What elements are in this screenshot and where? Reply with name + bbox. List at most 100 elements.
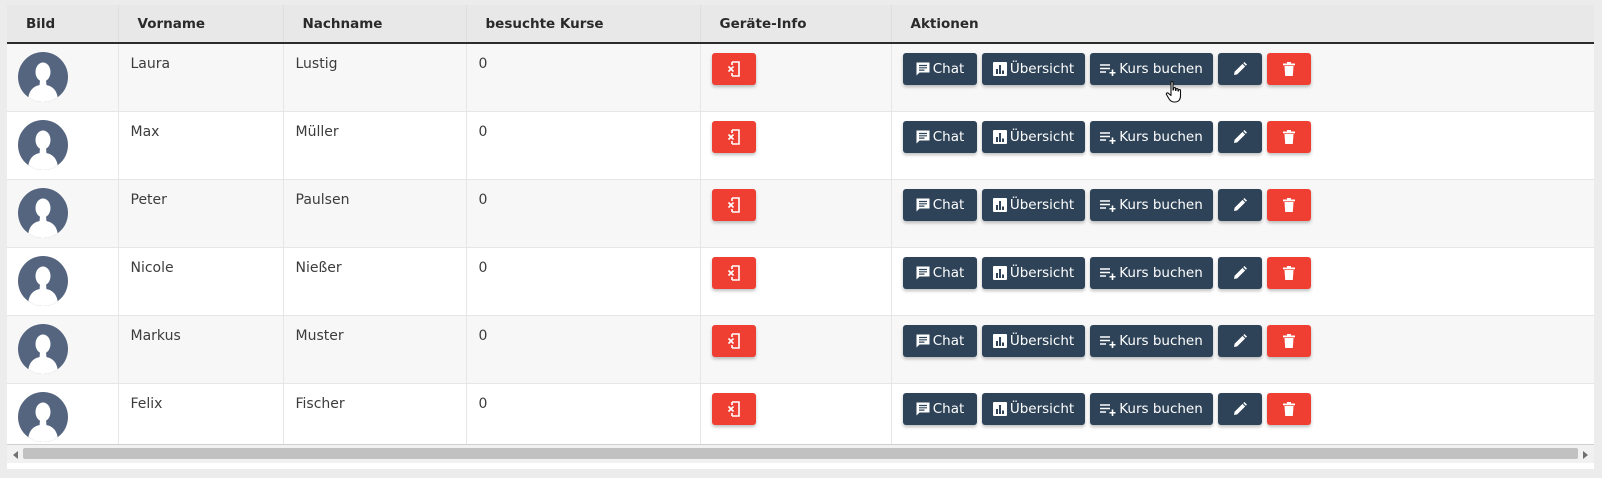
- device-info-button[interactable]: [711, 324, 756, 357]
- cell-nachname: Paulsen: [283, 179, 467, 248]
- cell-vorname: Max: [118, 111, 284, 180]
- edit-button[interactable]: [1217, 120, 1262, 153]
- user-placeholder-icon: [18, 187, 68, 238]
- delete-button[interactable]: [1266, 188, 1311, 221]
- cell-aktionen: Chat Übersicht Kurs buchen: [891, 315, 1595, 384]
- book-course-button[interactable]: Kurs buchen: [1089, 120, 1213, 153]
- header-nachname[interactable]: Nachname: [283, 5, 467, 44]
- book-course-button[interactable]: Kurs buchen: [1089, 324, 1213, 357]
- delete-button[interactable]: [1266, 324, 1311, 357]
- row-actions: Chat Übersicht Kurs buchen: [892, 112, 1595, 153]
- nachname-text: Müller: [295, 123, 339, 140]
- user-placeholder-icon: [18, 119, 68, 170]
- trash-icon: [1282, 129, 1295, 144]
- edit-button[interactable]: [1217, 392, 1262, 425]
- cell-aktionen: Chat Übersicht Kurs buchen: [891, 179, 1594, 248]
- bar-chart-icon: [992, 129, 1007, 144]
- delete-button[interactable]: [1266, 53, 1311, 85]
- chat-button[interactable]: Chat: [902, 188, 977, 221]
- edit-button[interactable]: [1217, 188, 1262, 221]
- header-vorname[interactable]: Vorname: [118, 5, 284, 44]
- device-info-icon: [727, 332, 740, 349]
- chat-button[interactable]: Chat: [902, 53, 977, 85]
- cell-nachname: Lustig: [283, 43, 467, 112]
- edit-button[interactable]: [1217, 53, 1262, 85]
- vorname-text: Laura: [130, 56, 171, 72]
- playlist-add-icon: [1100, 131, 1116, 144]
- edit-button[interactable]: [1217, 256, 1262, 289]
- device-info-button[interactable]: [711, 188, 756, 221]
- horizontal-scrollbar[interactable]: [7, 444, 1594, 463]
- overview-label: Übersicht: [1009, 128, 1075, 145]
- user-placeholder-icon: [18, 255, 68, 306]
- cell-bild: [7, 315, 119, 384]
- cell-besuchte-kurse: 0: [466, 179, 701, 248]
- book-course-label: Kurs buchen: [1119, 128, 1203, 145]
- cell-nachname: Müller: [283, 111, 467, 180]
- overview-button[interactable]: Übersicht: [981, 120, 1085, 153]
- user-placeholder-icon: [18, 52, 68, 102]
- edit-button[interactable]: [1217, 324, 1262, 357]
- chat-icon: [916, 198, 930, 211]
- row-actions: Chat Übersicht Kurs buchen: [892, 316, 1595, 357]
- device-info-icon: [727, 61, 740, 77]
- bar-chart-icon: [992, 62, 1007, 76]
- pencil-icon: [1233, 62, 1247, 75]
- table-row: Felix Fischer 0 Chat Übersicht Kurs buch…: [7, 383, 1594, 452]
- delete-button[interactable]: [1266, 120, 1311, 153]
- chat-icon: [916, 266, 930, 279]
- device-info-button[interactable]: [711, 392, 756, 425]
- chat-button[interactable]: Chat: [902, 256, 977, 289]
- table-row: Laura Lustig 0 Chat Übersicht Kurs buche…: [7, 43, 1594, 112]
- overview-button[interactable]: Übersicht: [981, 256, 1085, 289]
- cell-geraete-info: [700, 179, 892, 248]
- table-row: Markus Muster 0 Chat Übersicht Kurs buch…: [7, 315, 1595, 384]
- cell-vorname: Felix: [118, 383, 284, 452]
- overview-label: Übersicht: [1009, 196, 1075, 213]
- bar-chart-icon: [992, 265, 1007, 280]
- playlist-add-icon: [1100, 267, 1116, 280]
- book-course-button[interactable]: Kurs buchen: [1089, 256, 1213, 289]
- cell-aktionen: Chat Übersicht Kurs buchen: [891, 247, 1594, 316]
- device-info-button[interactable]: [711, 120, 756, 153]
- device-info-icon: [727, 128, 740, 145]
- chat-label: Chat: [932, 264, 965, 281]
- playlist-add-icon: [1100, 64, 1116, 76]
- overview-button[interactable]: Übersicht: [981, 53, 1085, 85]
- device-info-button[interactable]: [711, 53, 756, 85]
- overview-button[interactable]: Übersicht: [981, 392, 1085, 425]
- trash-icon: [1282, 265, 1295, 280]
- book-course-button[interactable]: Kurs buchen: [1089, 53, 1213, 85]
- delete-button[interactable]: [1266, 392, 1311, 425]
- delete-button[interactable]: [1266, 256, 1311, 289]
- device-info-button[interactable]: [711, 256, 756, 289]
- header-besuchte-kurse[interactable]: besuchte Kurse: [466, 5, 701, 44]
- pencil-icon: [1233, 129, 1247, 143]
- trash-icon: [1282, 401, 1295, 416]
- chat-label: Chat: [932, 400, 965, 417]
- device-info-icon: [727, 196, 740, 213]
- cell-nachname: Muster: [283, 315, 467, 384]
- overview-button[interactable]: Übersicht: [981, 188, 1085, 221]
- chat-button[interactable]: Chat: [902, 392, 977, 425]
- scrollbar-thumb[interactable]: [23, 448, 1578, 459]
- header-geraete-info[interactable]: Geräte-Info: [700, 5, 892, 44]
- bar-chart-icon: [992, 401, 1007, 416]
- scroll-left-arrow-icon[interactable]: [13, 451, 18, 459]
- vorname-text: Nicole: [130, 259, 174, 276]
- users-table-container: Bild Vorname Nachname besuchte Kurse Ger…: [7, 5, 1594, 469]
- book-course-button[interactable]: Kurs buchen: [1089, 392, 1213, 425]
- device-info-icon: [727, 400, 740, 417]
- cell-bild: [7, 247, 119, 316]
- pencil-icon: [1233, 197, 1247, 211]
- overview-button[interactable]: Übersicht: [981, 324, 1085, 357]
- book-course-button[interactable]: Kurs buchen: [1089, 188, 1213, 221]
- chat-label: Chat: [932, 61, 965, 77]
- scroll-right-arrow-icon[interactable]: [1583, 451, 1588, 459]
- cell-vorname: Laura: [118, 43, 284, 112]
- besuchte-kurse-text: 0: [478, 259, 488, 276]
- table-row: Peter Paulsen 0 Chat Übersicht Kurs buch…: [7, 179, 1594, 248]
- chat-button[interactable]: Chat: [902, 120, 977, 153]
- chat-button[interactable]: Chat: [902, 324, 977, 357]
- header-bild[interactable]: Bild: [7, 5, 119, 44]
